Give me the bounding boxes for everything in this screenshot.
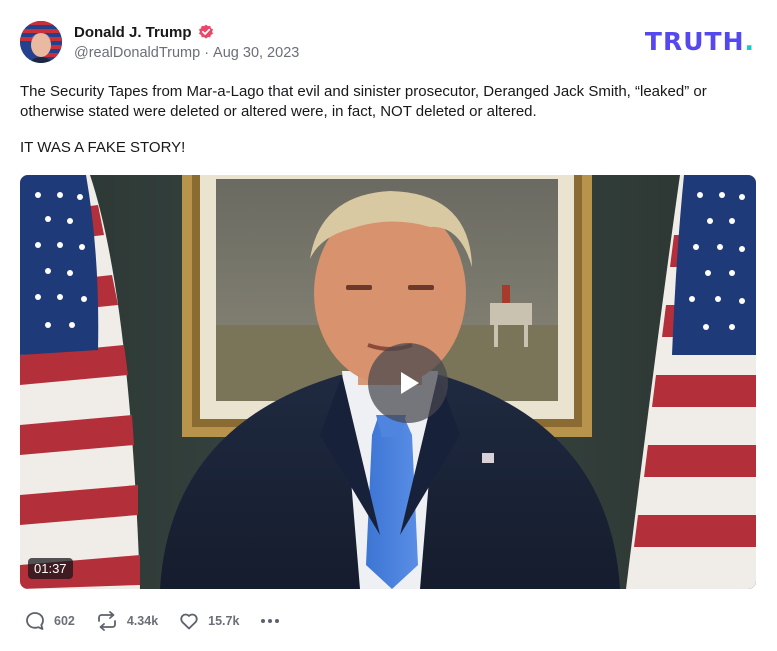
retruth-count: 4.34k bbox=[126, 614, 159, 628]
meta-separator: · bbox=[204, 45, 210, 61]
more-options-button[interactable] bbox=[259, 610, 281, 632]
reply-count: 602 bbox=[54, 614, 75, 628]
more-icon bbox=[261, 619, 280, 623]
avatar-image bbox=[20, 21, 62, 63]
retruth-button[interactable]: 4.34k bbox=[95, 610, 158, 632]
video-player[interactable]: 01:37 bbox=[20, 175, 756, 589]
play-button[interactable] bbox=[368, 343, 448, 423]
verified-badge-icon bbox=[198, 24, 214, 40]
reply-icon bbox=[26, 612, 44, 630]
post-actions: 602 4.34k 15.7k bbox=[24, 608, 281, 634]
heart-icon bbox=[180, 613, 198, 630]
logo-dot: . bbox=[744, 27, 755, 56]
like-count: 15.7k bbox=[208, 614, 240, 628]
avatar[interactable] bbox=[20, 21, 62, 63]
author-block: Donald J. Trump @realDonaldTrump · Aug 3… bbox=[74, 22, 299, 62]
author-name[interactable]: Donald J. Trump bbox=[74, 24, 192, 41]
like-button[interactable]: 15.7k bbox=[178, 610, 239, 632]
post-paragraph: IT WAS A FAKE STORY! bbox=[20, 139, 186, 156]
author-handle[interactable]: @realDonaldTrump bbox=[74, 45, 200, 61]
reply-button[interactable]: 602 bbox=[24, 610, 75, 632]
post-date[interactable]: Aug 30, 2023 bbox=[213, 45, 299, 61]
video-duration: 01:37 bbox=[28, 558, 73, 579]
logo-text: TRUTH bbox=[644, 27, 745, 56]
retruth-icon bbox=[97, 611, 116, 631]
play-icon bbox=[401, 372, 419, 394]
truth-post: Donald J. Trump @realDonaldTrump · Aug 3… bbox=[0, 0, 777, 651]
truth-social-logo[interactable]: TRUTH. bbox=[645, 29, 755, 54]
post-body: The Security Tapes from Mar-a-Lago that … bbox=[20, 82, 760, 174]
post-paragraph: The Security Tapes from Mar-a-Lago that … bbox=[20, 83, 707, 120]
